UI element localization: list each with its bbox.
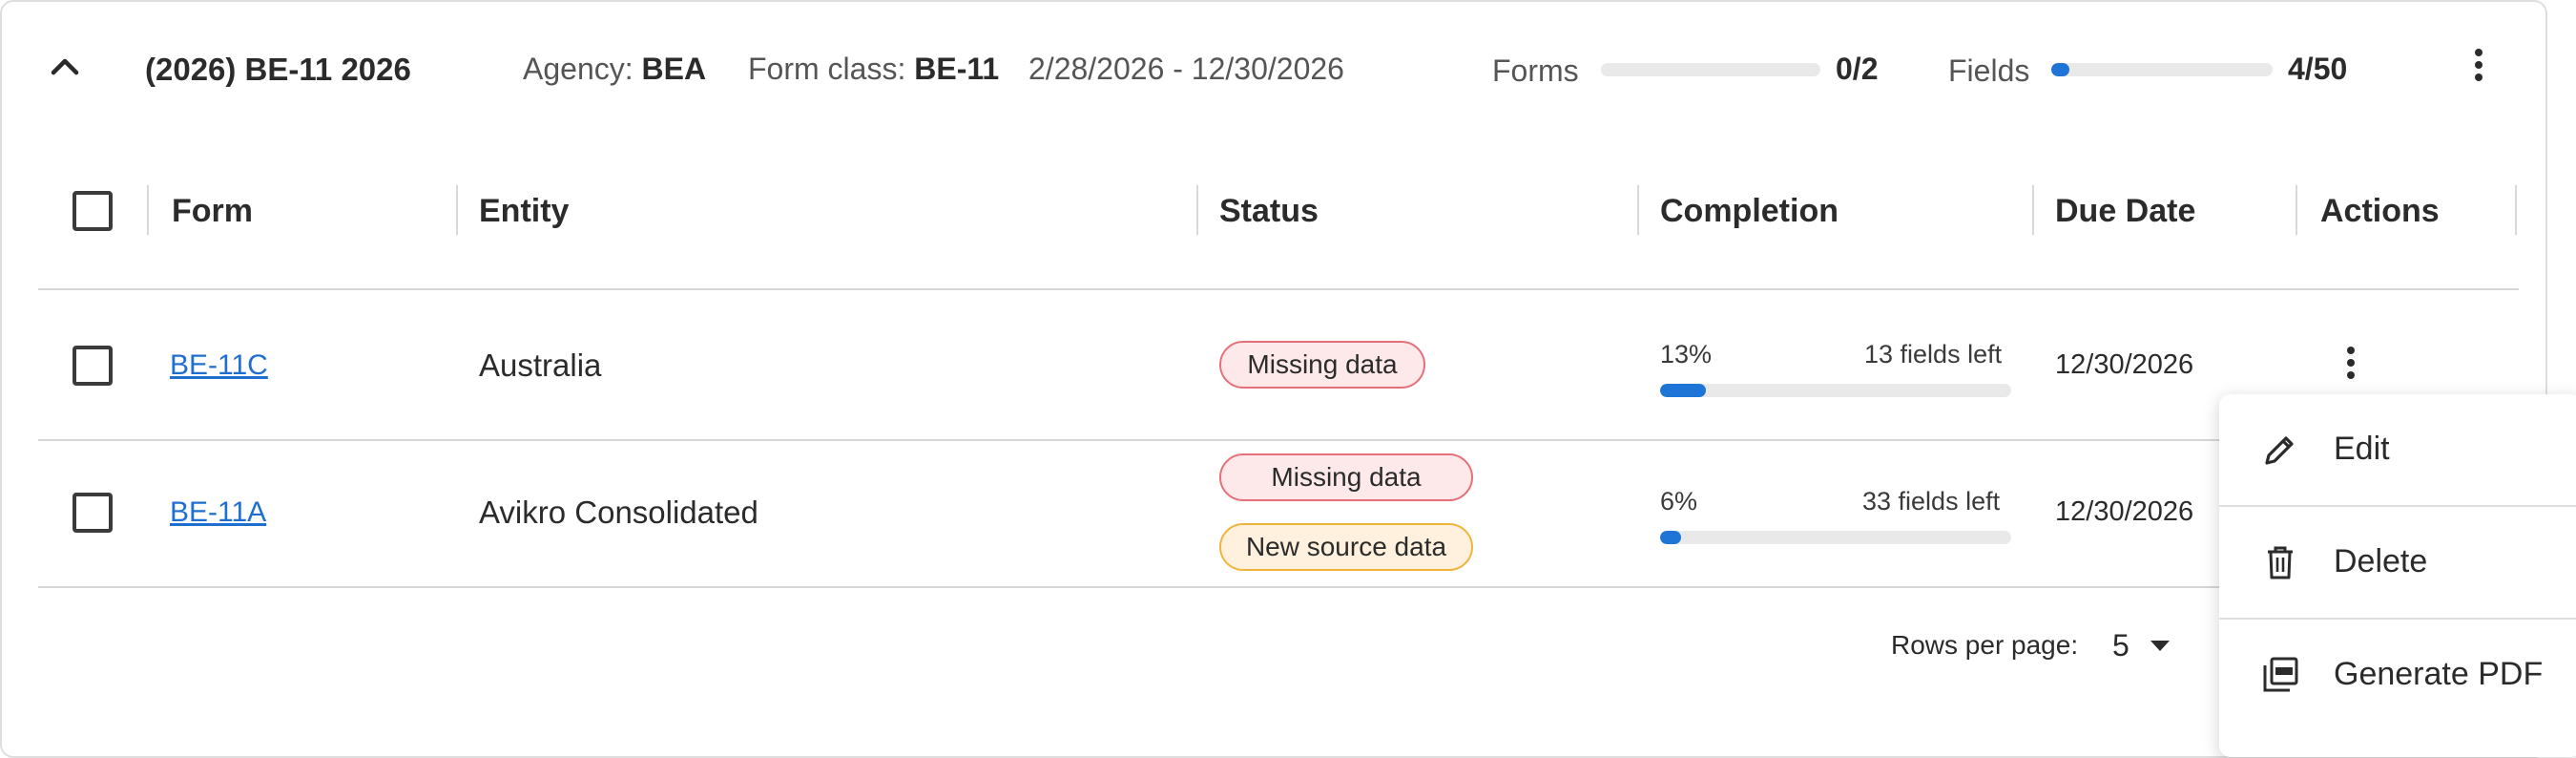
collapse-button[interactable] — [46, 48, 84, 86]
row-checkbox[interactable] — [73, 346, 113, 386]
group-more-button[interactable] — [2460, 44, 2498, 90]
menu-item-label: Edit — [2334, 431, 2390, 467]
form-class-label: Form class: — [748, 52, 906, 86]
column-divider — [2032, 185, 2034, 235]
menu-item-label: Generate PDF — [2334, 656, 2544, 692]
column-divider — [147, 185, 149, 235]
entity-cell: Australia — [479, 347, 602, 383]
agency-label: Agency: — [523, 52, 634, 86]
fields-left: 13 fields left — [1864, 340, 2003, 368]
column-divider — [2515, 185, 2517, 235]
more-vertical-icon — [2460, 49, 2498, 81]
chevron-up-icon — [51, 58, 79, 75]
fields-progress-bar — [2051, 63, 2273, 76]
group-title: (2026) BE-11 2026 — [145, 52, 411, 87]
rows-per-page-label: Rows per page: — [1891, 630, 2079, 660]
trash-icon — [2268, 546, 2293, 579]
fields-left: 33 fields left — [1862, 487, 2001, 516]
column-divider — [1637, 185, 1639, 235]
form-group-card: (2026) BE-11 2026 Agency: BEA Form class… — [0, 0, 2547, 758]
column-header-completion[interactable]: Completion — [1660, 193, 1839, 230]
menu-item-generate-pdf[interactable]: Generate PDF — [2219, 620, 2576, 730]
completion-progress-fill — [1660, 384, 1706, 397]
date-range: 2/28/2026 - 12/30/2026 — [1028, 52, 1344, 86]
pencil-icon — [2265, 436, 2294, 465]
column-divider — [456, 185, 458, 235]
form-link[interactable]: BE-11A — [170, 496, 266, 529]
completion-progress-bar — [1660, 531, 2011, 544]
column-divider — [1196, 185, 1198, 235]
row-actions-button[interactable] — [2332, 342, 2370, 388]
caret-down-icon — [2150, 641, 2170, 651]
entity-cell: Avikro Consolidated — [479, 495, 758, 530]
due-date-cell: 12/30/2026 — [2055, 496, 2194, 527]
status-badge-new-source-data: New source data — [1219, 523, 1473, 571]
fields-progress-fill — [2051, 63, 2069, 76]
row-checkbox[interactable] — [73, 493, 113, 533]
form-link[interactable]: BE-11C — [170, 349, 268, 382]
menu-item-edit[interactable]: Edit — [2219, 394, 2576, 505]
agency-info: Agency: BEA — [523, 52, 706, 87]
form-class-value: BE-11 — [914, 52, 1000, 86]
row-actions-menu: Edit Delete Generate PDF — [2219, 394, 2576, 757]
column-divider — [2296, 185, 2297, 235]
forms-count: 0/2 — [1836, 52, 1879, 86]
more-vertical-icon — [2332, 347, 2370, 379]
column-header-entity[interactable]: Entity — [479, 193, 569, 230]
column-header-actions: Actions — [2320, 193, 2440, 229]
row-divider — [38, 586, 2223, 588]
completion-progress-fill — [1660, 531, 1682, 544]
rows-per-page-value: 5 — [2112, 628, 2129, 663]
forms-label: Forms — [1492, 53, 1579, 88]
completion-percent: 13% — [1660, 340, 1713, 368]
forms-progress-bar — [1601, 63, 1820, 76]
status-badge-missing-data: Missing data — [1219, 453, 1473, 501]
column-header-due-date[interactable]: Due Date — [2055, 193, 2195, 230]
column-header-form[interactable]: Form — [172, 193, 253, 230]
row-divider — [38, 439, 2519, 441]
pdf-icon — [2263, 657, 2298, 692]
header-divider — [38, 288, 2519, 290]
select-all-checkbox[interactable] — [73, 191, 113, 231]
menu-item-label: Delete — [2334, 543, 2428, 579]
status-badge-missing-data: Missing data — [1219, 341, 1425, 389]
due-date-cell: 12/30/2026 — [2055, 349, 2194, 380]
completion-percent: 6% — [1660, 487, 1698, 516]
rows-per-page-select[interactable]: 5 — [2112, 624, 2179, 666]
fields-count: 4/50 — [2288, 52, 2348, 86]
fields-label: Fields — [1948, 53, 2030, 88]
completion-progress-bar — [1660, 384, 2011, 397]
menu-item-delete[interactable]: Delete — [2219, 507, 2576, 618]
agency-value: BEA — [641, 52, 707, 86]
column-header-status[interactable]: Status — [1219, 193, 1319, 230]
form-class-info: Form class: BE-11 — [748, 52, 999, 87]
